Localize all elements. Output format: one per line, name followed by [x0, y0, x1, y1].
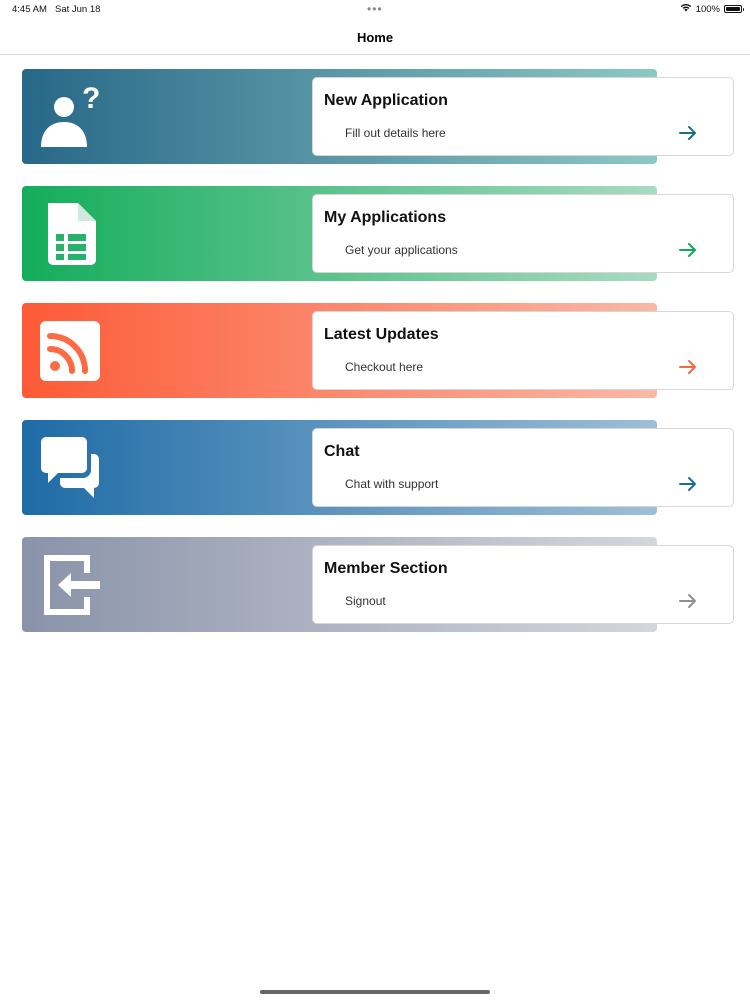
navigation-bar: Home	[0, 20, 750, 55]
chat-card[interactable]: Chat Chat with support	[22, 420, 736, 515]
my-applications-card[interactable]: My Applications Get your applications	[22, 186, 736, 281]
wifi-icon	[680, 3, 692, 15]
card-title: Member Section	[324, 560, 448, 577]
rss-feed-icon	[38, 319, 102, 383]
arrow-right-icon[interactable]	[677, 239, 699, 261]
arrow-right-icon[interactable]	[677, 122, 699, 144]
user-question-icon: ?	[38, 85, 102, 149]
chat-bubbles-icon	[38, 436, 102, 500]
card-title: New Application	[324, 92, 448, 109]
card-title: Chat	[324, 443, 360, 460]
card-panel[interactable]: Chat Chat with support	[312, 428, 734, 507]
menu-list: ? New Application Fill out details here	[22, 69, 736, 654]
card-panel[interactable]: Member Section Signout	[312, 545, 734, 624]
member-section-card[interactable]: Member Section Signout	[22, 537, 736, 632]
battery-percent: 100%	[695, 3, 720, 15]
svg-text:?: ?	[82, 85, 100, 115]
arrow-right-icon[interactable]	[677, 473, 699, 495]
latest-updates-card[interactable]: Latest Updates Checkout here	[22, 303, 736, 398]
card-title: My Applications	[324, 209, 447, 226]
status-indicators: 100%	[680, 3, 744, 15]
spreadsheet-icon	[38, 202, 102, 266]
card-title: Latest Updates	[324, 326, 439, 343]
arrow-right-icon[interactable]	[677, 590, 699, 612]
page-title: Home	[356, 29, 394, 45]
status-time: 4:45 AM	[12, 4, 47, 15]
card-subtitle: Signout	[345, 594, 386, 608]
card-subtitle: Checkout here	[345, 360, 424, 374]
card-subtitle: Fill out details here	[345, 126, 446, 140]
card-panel[interactable]: Latest Updates Checkout here	[312, 311, 734, 390]
card-subtitle: Get your applications	[345, 243, 458, 257]
card-subtitle: Chat with support	[345, 477, 439, 491]
card-panel[interactable]: New Application Fill out details here	[312, 77, 734, 156]
card-panel[interactable]: My Applications Get your applications	[312, 194, 734, 273]
new-application-card[interactable]: ? New Application Fill out details here	[22, 69, 736, 164]
signout-icon	[38, 553, 102, 617]
status-date: Sat Jun 18	[55, 4, 101, 15]
home-indicator[interactable]	[260, 990, 490, 994]
multitasking-dots-icon[interactable]: •••	[367, 2, 383, 16]
status-bar: 4:45 AM Sat Jun 18 ••• 100%	[0, 0, 750, 20]
battery-icon	[724, 5, 744, 13]
arrow-right-icon[interactable]	[677, 356, 699, 378]
